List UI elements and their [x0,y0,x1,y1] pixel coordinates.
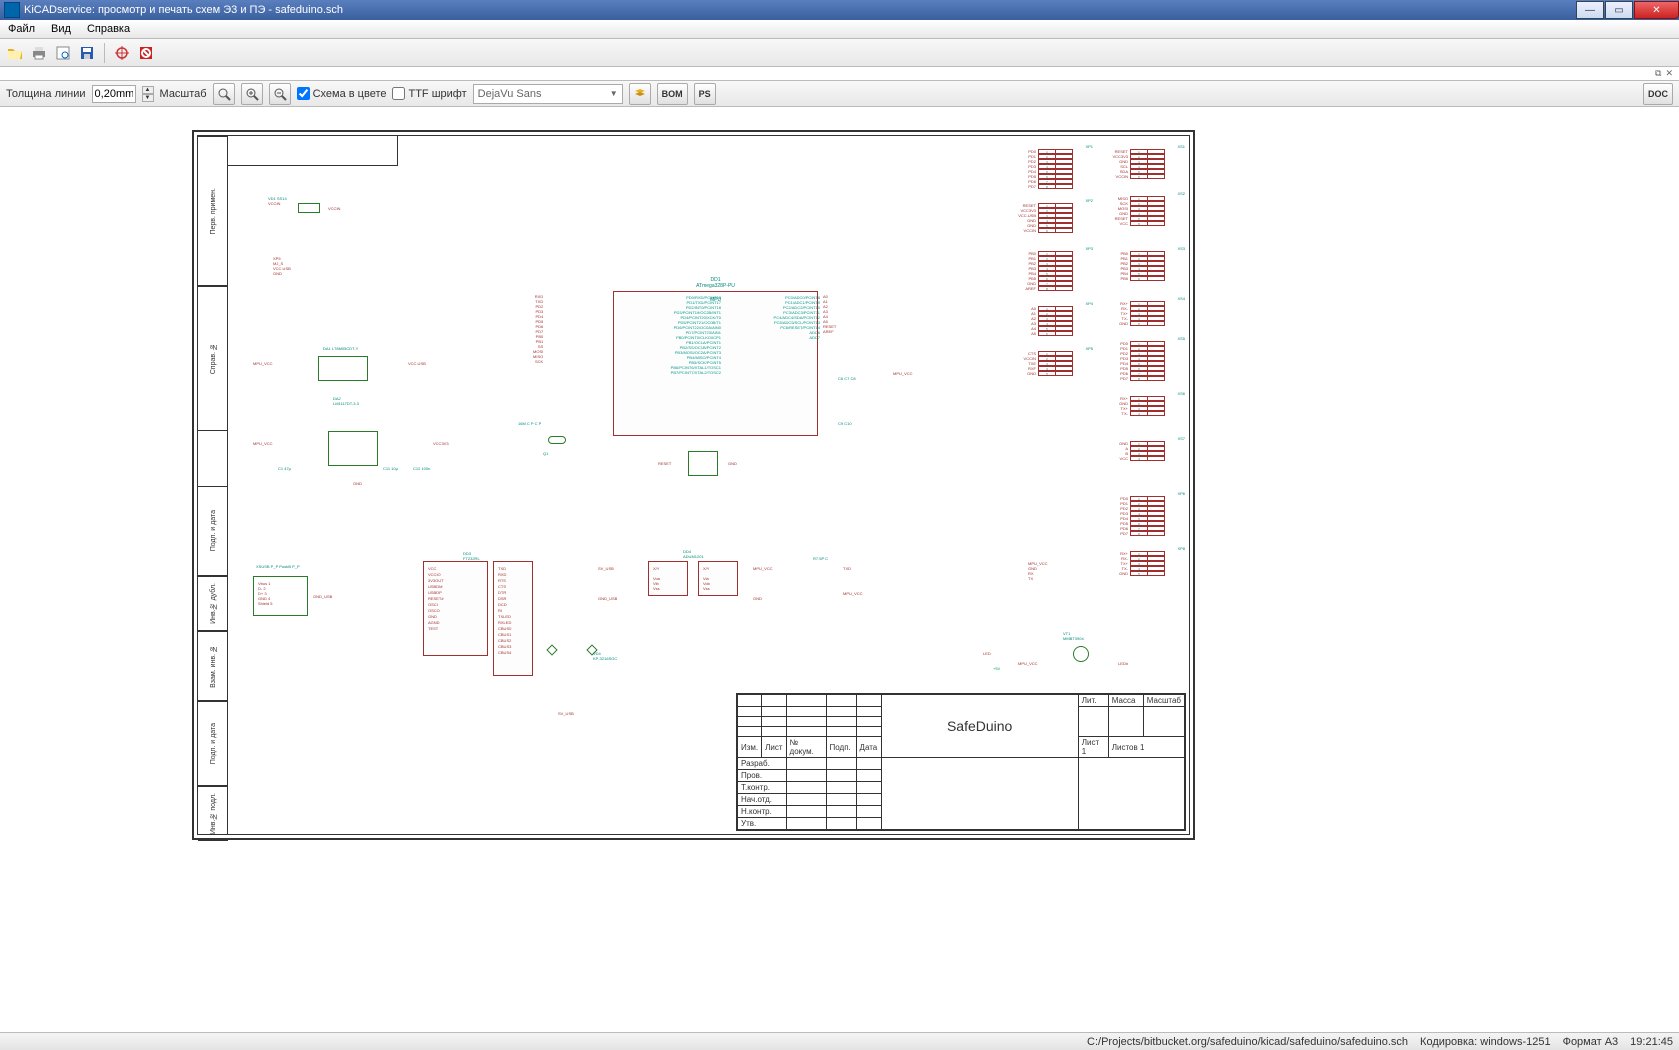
status-time: 19:21:45 [1630,1036,1673,1048]
close-button[interactable]: ✕ [1634,1,1679,19]
ttf-font-label: TTF шрифт [408,88,466,100]
gost-side-column: Перв. примен. Справ. № Подп. и дата Инв.… [198,136,228,834]
zoom-out-button[interactable] [269,83,291,105]
chevron-down-icon: ▼ [610,89,618,98]
layers-button[interactable] [629,83,651,105]
font-combo[interactable]: DejaVu Sans ▼ [473,84,623,104]
connector-xs3: XS3PB01PB12PB23PB34PB45PB56 [1110,246,1185,281]
status-bar: C:/Projects/bitbucket.org/safeduino/kica… [0,1032,1679,1050]
connector-xs1: XS1RESET1VCC3V32GND3SCL4SDA5VCCIN6 [1110,144,1185,179]
minimize-button[interactable]: — [1576,1,1604,19]
connector-xp4: XP4A01A12A23A34A45A56 [1018,301,1093,336]
connector-xp8: XP8RX+1RX-2TX+3TX-4GND5 [1110,546,1185,576]
connector-xp3: XP3PB01PB12PB23PB34PB45PB56GND7AREF8 [1018,246,1093,291]
menu-help[interactable]: Справка [79,21,138,37]
menu-view[interactable]: Вид [43,21,79,37]
line-thickness-spinner[interactable]: ▲▼ [142,86,154,102]
tab-restore-button[interactable]: ⧉ [1655,68,1661,79]
print-button[interactable] [28,42,50,64]
bom-button[interactable]: BOM [657,83,688,105]
font-combo-value: DejaVu Sans [478,88,542,100]
vreg-da2 [328,431,378,466]
reset-sw [688,451,718,476]
sheet-frame: Перв. примен. Справ. № Подп. и дата Инв.… [192,130,1195,840]
color-scheme-checkbox[interactable] [297,87,310,100]
connector-xp2: XP2RESET1VCC3V32VCC.USB3GND4GND5VCCIN6 [1018,198,1093,233]
ps-button[interactable]: PS [694,83,716,105]
zoom-in-button[interactable] [241,83,263,105]
open-button[interactable] [4,42,26,64]
schematic-canvas[interactable]: Перв. примен. Справ. № Подп. и дата Инв.… [0,107,1679,1032]
connector-xp1: XP1PD01PD12PD23PD34PD45PD56PD67PD78 [1018,144,1093,189]
connector-xs4: XS4RX+1RX-2TX+3TX-4GND5 [1110,296,1185,326]
crystal-q1 [548,436,566,444]
connector-xp5: XP5CTS1VCCIN2TXE3RXF4GND5 [1018,346,1093,376]
ttf-font-checkbox-group[interactable]: TTF шрифт [392,87,466,100]
maximize-button[interactable]: ▭ [1605,1,1633,19]
window-title: KiCADservice: просмотр и печать схем Э3 … [24,4,343,16]
color-scheme-label: Схема в цвете [313,88,387,100]
connector-xp6: XP6PD01PD12PD23PD34PD45PD56PD67PD78 [1110,491,1185,536]
tab-strip: ⧉ ✕ [0,67,1679,81]
window-titlebar: KiCADservice: просмотр и печать схем Э3 … [0,0,1679,20]
options-toolbar: Толщина линии ▲▼ Масштаб Схема в цвете T… [0,81,1679,107]
gost-title-block: SafeDuinoЛит.МассаМасштаб Изм.Лист№ доку… [736,693,1186,831]
connector-xs6: XS6RX+1GND2TX+3TX-4 [1110,391,1185,416]
status-path: C:/Projects/bitbucket.org/safeduino/kica… [1087,1036,1408,1048]
menu-bar: Файл Вид Справка [0,20,1679,39]
line-thickness-input[interactable] [92,85,136,103]
stop-button[interactable] [135,42,157,64]
connector-xs2: XS2MISO1SCK2MOSI3GND4RESET5VCC6 [1110,191,1185,226]
preview-button[interactable] [52,42,74,64]
doc-button[interactable]: DOC [1643,83,1673,105]
scale-label: Масштаб [160,88,207,100]
connector-xs5: XS5PD01PD12PD23PD34PD45PD56PD67PD78 [1110,336,1185,381]
zoom-fit-button[interactable] [213,83,235,105]
diode-vd1 [298,203,320,213]
target-button[interactable] [111,42,133,64]
transistor-vt1 [1073,646,1089,662]
vreg-da1 [318,356,368,381]
status-format: Формат A3 [1563,1036,1619,1048]
main-toolbar [0,39,1679,67]
ttf-font-checkbox[interactable] [392,87,405,100]
chip-dd1-atmega328p: DD1ATmega328P-PU MPU PD0/RXD/PCINT16PD1/… [613,291,818,436]
power-in-nets: VD1 SS14 VCCIN [268,196,287,206]
save-button[interactable] [76,42,98,64]
line-thickness-label: Толщина линии [6,88,86,100]
usb-vcc-label: XP5MJ_SVCC.USBGND [273,256,291,276]
color-scheme-checkbox-group[interactable]: Схема в цвете [297,87,387,100]
tab-close-button[interactable]: ✕ [1665,68,1673,79]
connector-xs7: XS7GND1A2B3VCC4 [1110,436,1185,461]
menu-file[interactable]: Файл [0,21,43,37]
app-icon [4,2,20,18]
status-encoding: Кодировка: windows-1251 [1420,1036,1551,1048]
